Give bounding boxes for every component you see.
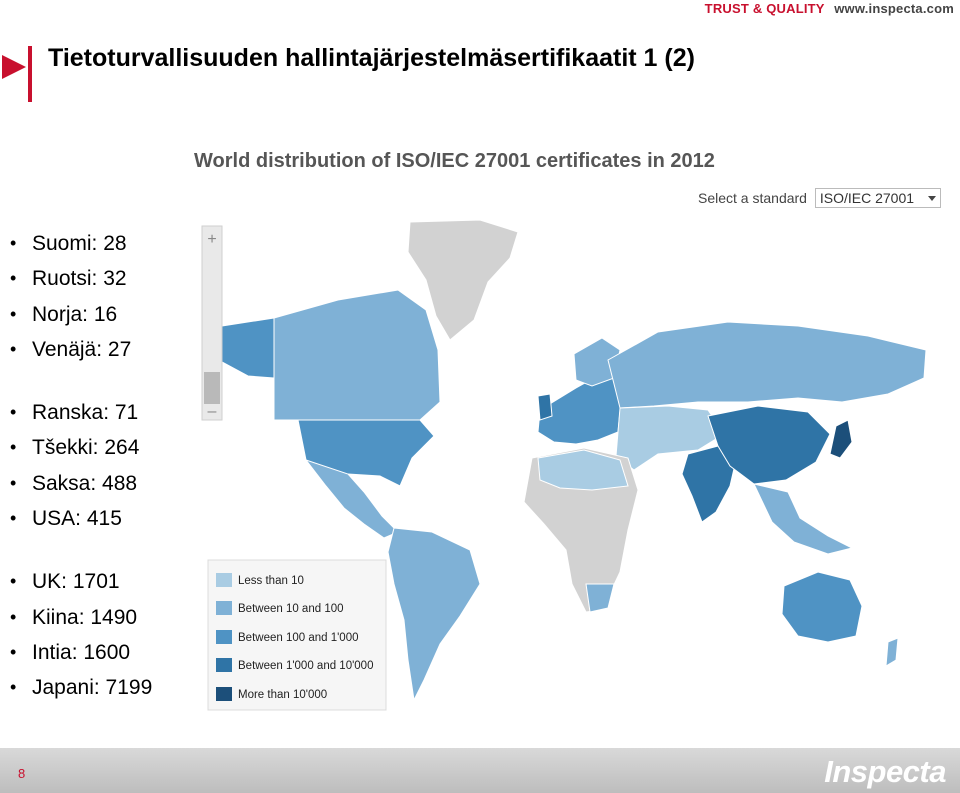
zoom-out-icon[interactable]: – <box>208 403 217 420</box>
zoom-slider-handle[interactable] <box>204 372 220 404</box>
legend-label: Between 1'000 and 10'000 <box>238 660 373 672</box>
bullet-item: UK: 1701 <box>10 564 152 600</box>
slide-footer: 8 Inspecta <box>0 748 960 793</box>
brand-tagline: TRUST & QUALITY www.inspecta.com <box>705 1 954 16</box>
select-label: Select a standard <box>698 190 807 206</box>
zoom-control[interactable]: + – <box>201 225 223 421</box>
legend-swatch <box>216 630 232 644</box>
select-value: ISO/IEC 27001 <box>819 190 915 206</box>
title-arrow-icon <box>2 46 32 102</box>
legend-swatch <box>216 601 232 615</box>
region-uk[interactable] <box>537 393 553 421</box>
page-number: 8 <box>18 766 26 781</box>
bullet-group-europe-us: Ranska: 71 Tšekki: 264 Saksa: 488 USA: 4… <box>10 395 152 536</box>
bullet-item: Venäjä: 27 <box>10 332 152 368</box>
bullet-item: USA: 415 <box>10 501 152 537</box>
legend-label: Between 100 and 1'000 <box>238 632 359 644</box>
map-title: World distribution of ISO/IEC 27001 cert… <box>194 150 715 172</box>
chevron-down-icon <box>927 196 936 201</box>
bullet-item: Ruotsi: 32 <box>10 261 152 297</box>
bullet-item: Norja: 16 <box>10 297 152 333</box>
legend-label: Between 10 and 100 <box>238 603 344 615</box>
brand-url[interactable]: www.inspecta.com <box>834 1 954 16</box>
legend-swatch <box>216 687 232 701</box>
bullet-item: Tšekki: 264 <box>10 430 152 466</box>
bullet-item: Japani: 7199 <box>10 670 152 706</box>
standard-selector: Select a standard ISO/IEC 27001 <box>698 188 941 208</box>
bullet-item: Saksa: 488 <box>10 466 152 502</box>
bullet-group-leaders: UK: 1701 Kiina: 1490 Intia: 1600 Japani:… <box>10 564 152 705</box>
world-map-panel: + – Less than 10 Between 10 and 100 Betw… <box>188 140 958 730</box>
bullet-item: Intia: 1600 <box>10 635 152 671</box>
world-map: + – Less than 10 Between 10 and 100 Betw… <box>198 215 950 727</box>
legend-label: Less than 10 <box>238 575 304 587</box>
bullet-item: Suomi: 28 <box>10 226 152 262</box>
legend-swatch <box>216 573 232 587</box>
inspecta-logo: Inspecta <box>824 754 946 789</box>
legend-label: More than 10'000 <box>238 689 327 701</box>
bullet-item: Kiina: 1490 <box>10 600 152 636</box>
bullet-group-nordics: Suomi: 28 Ruotsi: 32 Norja: 16 Venäjä: 2… <box>10 226 152 367</box>
map-legend: Less than 10 Between 10 and 100 Between … <box>207 559 387 711</box>
zoom-in-icon[interactable]: + <box>207 231 216 248</box>
standard-select[interactable]: ISO/IEC 27001 <box>814 188 941 208</box>
tagline-text: TRUST & QUALITY <box>704 1 825 16</box>
country-bullet-list: Suomi: 28 Ruotsi: 32 Norja: 16 Venäjä: 2… <box>10 226 152 734</box>
legend-swatch <box>216 658 232 672</box>
bullet-item: Ranska: 71 <box>10 395 152 431</box>
slide-title: Tietoturvallisuuden hallintajärjestelmäs… <box>48 44 695 72</box>
